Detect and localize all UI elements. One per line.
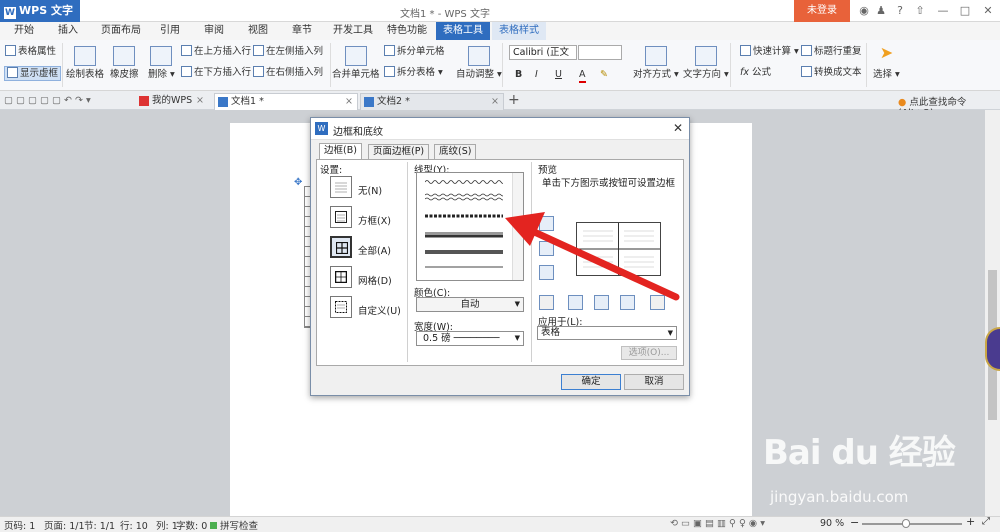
- status-col[interactable]: 列: 1: [156, 518, 178, 532]
- status-words[interactable]: 字数: 0: [176, 518, 207, 532]
- status-page[interactable]: 页码: 1: [4, 518, 35, 532]
- zoom-out-icon[interactable]: −: [850, 516, 859, 529]
- baidu-watermark-url: jingyan.baidu.com: [770, 488, 909, 506]
- zoom-slider[interactable]: [862, 523, 962, 525]
- zoom-slider-knob[interactable]: [902, 519, 910, 528]
- fit-page-icon[interactable]: ⤢: [982, 516, 990, 527]
- baidu-watermark: Bai du 经验: [763, 433, 956, 473]
- zoom-level[interactable]: 90 %: [820, 518, 844, 529]
- view-mode-icons[interactable]: ⟲ ▭ ▣ ▤ ▥ ⚲ ♀ ◉ ▾: [670, 518, 765, 529]
- spell-check[interactable]: 拼写检查: [210, 518, 258, 532]
- status-pages[interactable]: 页面: 1/1: [44, 518, 85, 532]
- spell-check-label: 拼写检查: [220, 521, 259, 532]
- spell-check-icon: [210, 522, 217, 529]
- zoom-in-icon[interactable]: +: [966, 515, 975, 528]
- status-section[interactable]: 节: 1/1: [84, 518, 115, 532]
- status-row[interactable]: 行: 10: [120, 518, 148, 532]
